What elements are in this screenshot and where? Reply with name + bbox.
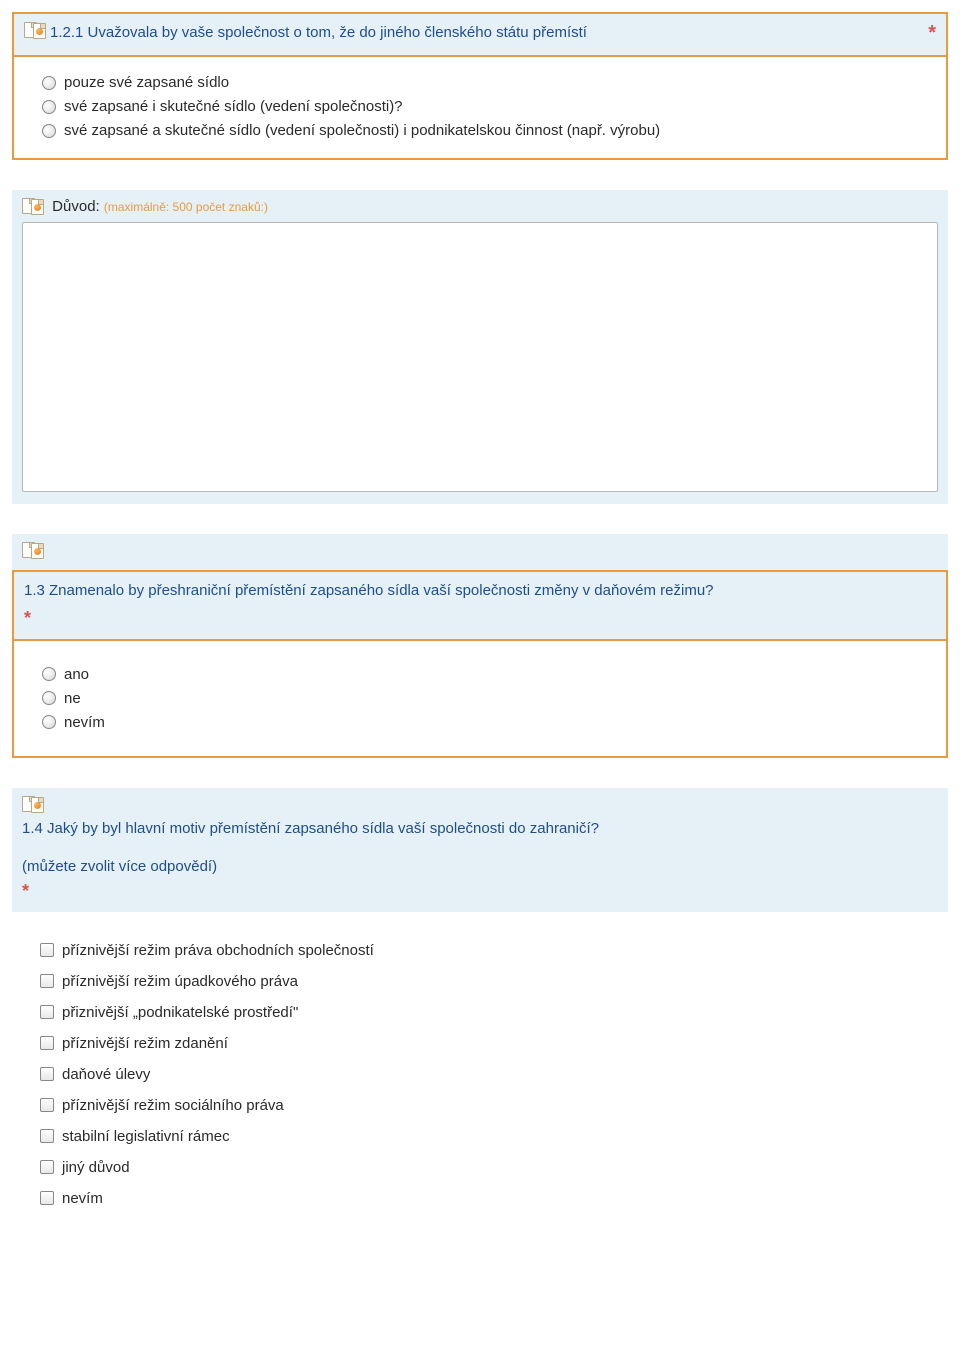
checkbox-option[interactable]: příznivější režim úpadkového práva	[40, 973, 920, 990]
option-label: daňové úlevy	[62, 1066, 150, 1083]
checkbox-icon	[40, 1036, 54, 1050]
required-star-icon: *	[22, 881, 29, 901]
checkbox-option[interactable]: přiznivější „podnikatelské prostředí"	[40, 1004, 920, 1021]
checkbox-icon	[40, 1098, 54, 1112]
document-pair-icon	[22, 198, 46, 216]
checkbox-icon	[40, 1191, 54, 1205]
option-label: přiznivější „podnikatelské prostředí"	[62, 1004, 298, 1021]
question-title: 1.4 Jaký by byl hlavní motiv přemístění …	[22, 818, 938, 840]
radio-icon	[42, 124, 56, 138]
radio-icon	[42, 715, 56, 729]
radio-option[interactable]: své zapsané i skutečné sídlo (vedení spo…	[42, 98, 918, 115]
option-label: nevím	[64, 714, 105, 731]
question-subtext: (můžete zvolit více odpovědí)	[22, 858, 938, 875]
reason-label: Důvod:	[52, 198, 100, 215]
checkbox-icon	[40, 974, 54, 988]
question-1-3: 1.3 Znamenalo by přeshraniční přemístění…	[12, 534, 948, 758]
option-label: jiný důvod	[62, 1159, 130, 1176]
checkbox-option[interactable]: nevím	[40, 1190, 920, 1207]
reason-textarea[interactable]	[22, 222, 938, 492]
option-label: své zapsané i skutečné sídlo (vedení spo…	[64, 98, 403, 115]
checkbox-option[interactable]: příznivější režim zdanění	[40, 1035, 920, 1052]
reason-hint: (maximálně: 500 počet znaků:)	[104, 200, 268, 214]
question-header	[12, 534, 948, 570]
question-1-4: 1.4 Jaký by byl hlavní motiv přemístění …	[12, 788, 948, 1207]
checkbox-option[interactable]: příznivější režim sociálního práva	[40, 1097, 920, 1114]
checkbox-icon	[40, 1129, 54, 1143]
radio-icon	[42, 691, 56, 705]
radio-option[interactable]: pouze své zapsané sídlo	[42, 74, 918, 91]
radio-icon	[42, 667, 56, 681]
checkbox-icon	[40, 1005, 54, 1019]
option-label: příznivější režim úpadkového práva	[62, 973, 298, 990]
document-pair-icon	[22, 542, 46, 560]
options-list: pouze své zapsané sídlo své zapsané i sk…	[14, 57, 946, 158]
radio-icon	[42, 76, 56, 90]
option-label: příznivější režim sociálního práva	[62, 1097, 284, 1114]
option-label: příznivější režim práva obchodních spole…	[62, 942, 374, 959]
options-list: ano ne nevím	[14, 641, 946, 756]
document-pair-icon	[22, 796, 46, 814]
checkbox-option[interactable]: daňové úlevy	[40, 1066, 920, 1083]
radio-icon	[42, 100, 56, 114]
option-label: stabilní legislativní rámec	[62, 1128, 230, 1145]
question-1-2-1: 1.2.1 Uvažovala by vaše společnost o tom…	[12, 12, 948, 160]
question-title: 1.3 Znamenalo by přeshraniční přemístění…	[24, 580, 936, 602]
checkbox-icon	[40, 1067, 54, 1081]
radio-option[interactable]: své zapsané a skutečné sídlo (vedení spo…	[42, 122, 918, 139]
option-label: pouze své zapsané sídlo	[64, 74, 229, 91]
options-list: příznivější režim práva obchodních spole…	[12, 912, 948, 1207]
option-label: své zapsané a skutečné sídlo (vedení spo…	[64, 122, 660, 139]
question-title: 1.2.1 Uvažovala by vaše společnost o tom…	[50, 22, 924, 44]
option-label: ne	[64, 690, 81, 707]
option-label: nevím	[62, 1190, 103, 1207]
checkbox-icon	[40, 1160, 54, 1174]
radio-option[interactable]: ano	[42, 666, 918, 683]
checkbox-icon	[40, 943, 54, 957]
question-header: 1.2.1 Uvažovala by vaše společnost o tom…	[14, 14, 946, 57]
radio-option[interactable]: ne	[42, 690, 918, 707]
checkbox-option[interactable]: stabilní legislativní rámec	[40, 1128, 920, 1145]
checkbox-option[interactable]: jiný důvod	[40, 1159, 920, 1176]
document-pair-icon	[24, 22, 48, 40]
required-star-icon: *	[24, 608, 31, 628]
option-label: příznivější režim zdanění	[62, 1035, 228, 1052]
radio-option[interactable]: nevím	[42, 714, 918, 731]
checkbox-option[interactable]: příznivější režim práva obchodních spole…	[40, 942, 920, 959]
option-label: ano	[64, 666, 89, 683]
question-header: 1.4 Jaký by byl hlavní motiv přemístění …	[12, 788, 948, 912]
required-star-icon: *	[928, 22, 936, 45]
reason-block: Důvod: (maximálně: 500 počet znaků:)	[12, 190, 948, 504]
